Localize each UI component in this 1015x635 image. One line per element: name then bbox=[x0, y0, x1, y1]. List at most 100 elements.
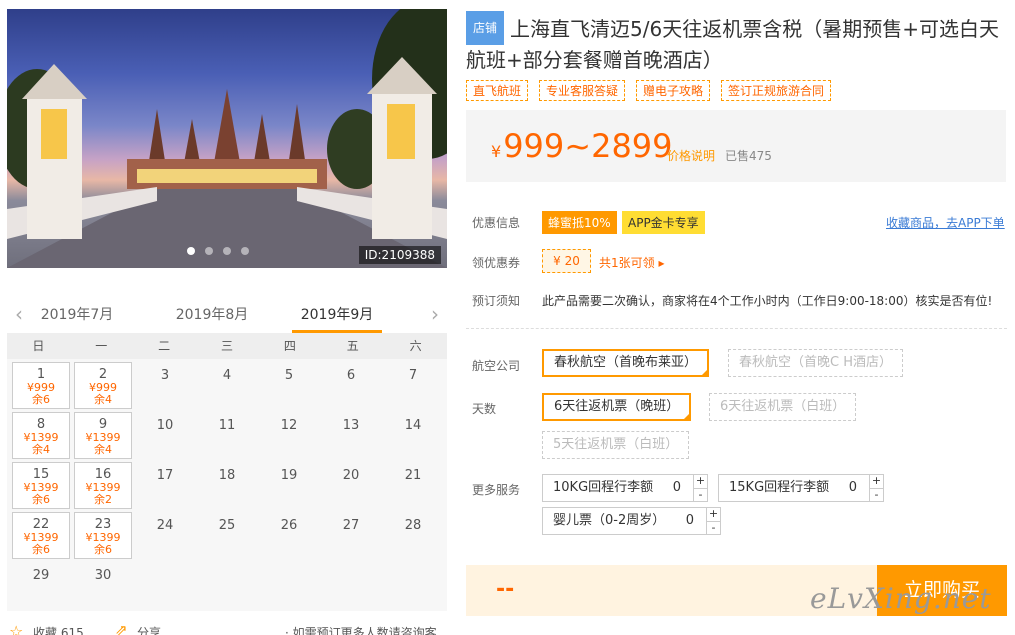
calendar-day: 7 bbox=[384, 362, 442, 409]
carousel-dot[interactable] bbox=[223, 247, 231, 255]
day-number: 20 bbox=[342, 468, 360, 483]
promo-label: 优惠信息 bbox=[472, 216, 521, 230]
service-stepper: 15KG回程行李额 0 + - bbox=[718, 474, 884, 502]
days-label: 天数 bbox=[472, 402, 497, 416]
share-icon[interactable]: ⇗ bbox=[115, 621, 128, 635]
day-number: 17 bbox=[156, 468, 174, 483]
date-calendar: 日 一 二 三 四 五 六 1 ¥999 余6 2 ¥999 余4 3 4 5 6 7 8 ¥1399 余… bbox=[7, 333, 447, 611]
service-qty[interactable]: 0 bbox=[849, 475, 857, 501]
minus-button[interactable]: - bbox=[694, 488, 707, 501]
day-number: 16 bbox=[94, 467, 112, 482]
day-remaining: 余4 bbox=[94, 443, 112, 456]
calendar-day-available[interactable]: 9 ¥1399 余4 bbox=[74, 412, 132, 459]
coupon-available-link[interactable]: 共1张可领 ▸ bbox=[599, 254, 664, 271]
product-photo[interactable]: ID:2109388 bbox=[7, 9, 447, 268]
divider bbox=[466, 328, 1007, 329]
calendar-day: 18 bbox=[198, 462, 256, 509]
price-explain-link[interactable]: 价格说明 bbox=[667, 147, 715, 164]
notice-label: 预订须知 bbox=[472, 294, 521, 308]
month-tab[interactable]: 2019年8月 bbox=[167, 304, 257, 324]
calendar-day: 6 bbox=[322, 362, 380, 409]
days-option-selected[interactable]: 6天往返机票（晚班） bbox=[542, 393, 692, 421]
day-number: 23 bbox=[94, 517, 112, 532]
app-gold-card-badge: APP金卡专享 bbox=[622, 211, 705, 234]
day-number: 27 bbox=[342, 518, 360, 533]
share-link[interactable]: 分享 bbox=[137, 624, 161, 635]
product-title: 店铺 上海直飞清迈5/6天往返机票含税（暑期预售+可选白天航班+部分套餐赠首晚酒店… bbox=[466, 11, 1011, 75]
day-remaining: 余4 bbox=[32, 443, 50, 456]
service-qty[interactable]: 0 bbox=[673, 475, 681, 501]
calendar-day: 30 bbox=[74, 562, 132, 609]
feature-tag: 赠电子攻略 bbox=[636, 80, 711, 101]
calendar-day: 19 bbox=[260, 462, 318, 509]
calendar-day: 13 bbox=[322, 412, 380, 459]
day-number: 10 bbox=[156, 418, 174, 433]
day-number: 12 bbox=[280, 418, 298, 433]
month-tab[interactable]: 2019年7月 bbox=[27, 304, 127, 324]
weekday: 五 bbox=[346, 339, 359, 353]
service-name: 15KG回程行李额 bbox=[729, 480, 830, 495]
day-remaining: 余6 bbox=[94, 543, 112, 556]
calendar-day-available[interactable]: 16 ¥1399 余2 bbox=[74, 462, 132, 509]
day-number: 22 bbox=[32, 517, 50, 532]
day-number: 29 bbox=[32, 568, 50, 583]
star-icon[interactable]: ☆ bbox=[9, 622, 23, 635]
day-remaining: 余4 bbox=[94, 393, 112, 406]
days-option[interactable]: 5天往返机票（白班） bbox=[542, 431, 690, 459]
total-price: -- bbox=[496, 577, 515, 602]
days-option[interactable]: 6天往返机票（白班） bbox=[709, 393, 857, 421]
day-number: 14 bbox=[404, 418, 422, 433]
calendar-day-available[interactable]: 22 ¥1399 余6 bbox=[12, 512, 70, 559]
weekday-header: 日 一 二 三 四 五 六 bbox=[7, 333, 447, 359]
airline-option-selected[interactable]: 春秋航空（首晚布莱亚） bbox=[542, 349, 710, 377]
carousel-dot[interactable] bbox=[187, 247, 195, 255]
day-number: 21 bbox=[404, 468, 422, 483]
month-tab-active[interactable]: 2019年9月 bbox=[292, 304, 382, 333]
calendar-day: 21 bbox=[384, 462, 442, 509]
calendar-day: 17 bbox=[136, 462, 194, 509]
day-number: 19 bbox=[280, 468, 298, 483]
next-month-chevron-icon[interactable]: › bbox=[431, 302, 439, 326]
minus-button[interactable]: - bbox=[870, 488, 883, 501]
shop-badge[interactable]: 店铺 bbox=[466, 11, 505, 45]
price-value: 999~2899 bbox=[503, 127, 673, 165]
plus-button[interactable]: + bbox=[870, 475, 883, 488]
minus-button[interactable]: - bbox=[707, 521, 720, 534]
coupon-chip[interactable]: ¥ 20 bbox=[542, 249, 591, 273]
calendar-day-available[interactable]: 8 ¥1399 余4 bbox=[12, 412, 70, 459]
weekday: 三 bbox=[221, 339, 234, 353]
temple-illustration bbox=[7, 9, 447, 268]
sold-count: 已售475 bbox=[725, 149, 772, 163]
calendar-day: 24 bbox=[136, 512, 194, 559]
collect-app-link[interactable]: 收藏商品，去APP下单 bbox=[886, 214, 1005, 231]
day-number: 28 bbox=[404, 518, 422, 533]
calendar-day: 27 bbox=[322, 512, 380, 559]
weekday: 日 bbox=[32, 339, 45, 353]
day-number: 8 bbox=[36, 417, 46, 432]
calendar-day: 26 bbox=[260, 512, 318, 559]
calendar-day-available[interactable]: 1 ¥999 余6 bbox=[12, 362, 70, 409]
service-qty[interactable]: 0 bbox=[686, 508, 694, 534]
service-stepper: 婴儿票（0-2周岁） 0 + - bbox=[542, 507, 721, 535]
service-stepper: 10KG回程行李额 0 + - bbox=[542, 474, 708, 502]
calendar-month-tabs: ‹ 2019年7月 2019年8月 2019年9月 › bbox=[7, 298, 447, 333]
calendar-day-available[interactable]: 2 ¥999 余4 bbox=[74, 362, 132, 409]
airline-option[interactable]: 春秋航空（首晚C H酒店） bbox=[728, 349, 903, 377]
carousel-dot[interactable] bbox=[205, 247, 213, 255]
calendar-day-available[interactable]: 23 ¥1399 余6 bbox=[74, 512, 132, 559]
product-page: ID:2109388 ‹ 2019年7月 2019年8月 2019年9月 › 日… bbox=[0, 0, 1015, 635]
carousel-dot[interactable] bbox=[241, 247, 249, 255]
product-title-block: 店铺 上海直飞清迈5/6天往返机票含税（暑期预售+可选白天航班+部分套餐赠首晚酒店… bbox=[466, 11, 1011, 75]
calendar-day-available[interactable]: 15 ¥1399 余6 bbox=[12, 462, 70, 509]
plus-button[interactable]: + bbox=[707, 508, 720, 521]
weekday: 二 bbox=[158, 339, 171, 353]
day-number: 3 bbox=[160, 368, 170, 383]
service-name: 10KG回程行李额 bbox=[553, 480, 654, 495]
service-name: 婴儿票（0-2周岁） bbox=[553, 513, 666, 528]
day-remaining: 余6 bbox=[32, 543, 50, 556]
day-remaining: 余2 bbox=[94, 493, 112, 506]
price-range: ¥999~2899 bbox=[491, 127, 673, 165]
collect-count[interactable]: 收藏 615 bbox=[33, 624, 84, 635]
prev-month-chevron-icon[interactable]: ‹ bbox=[15, 302, 23, 326]
plus-button[interactable]: + bbox=[694, 475, 707, 488]
